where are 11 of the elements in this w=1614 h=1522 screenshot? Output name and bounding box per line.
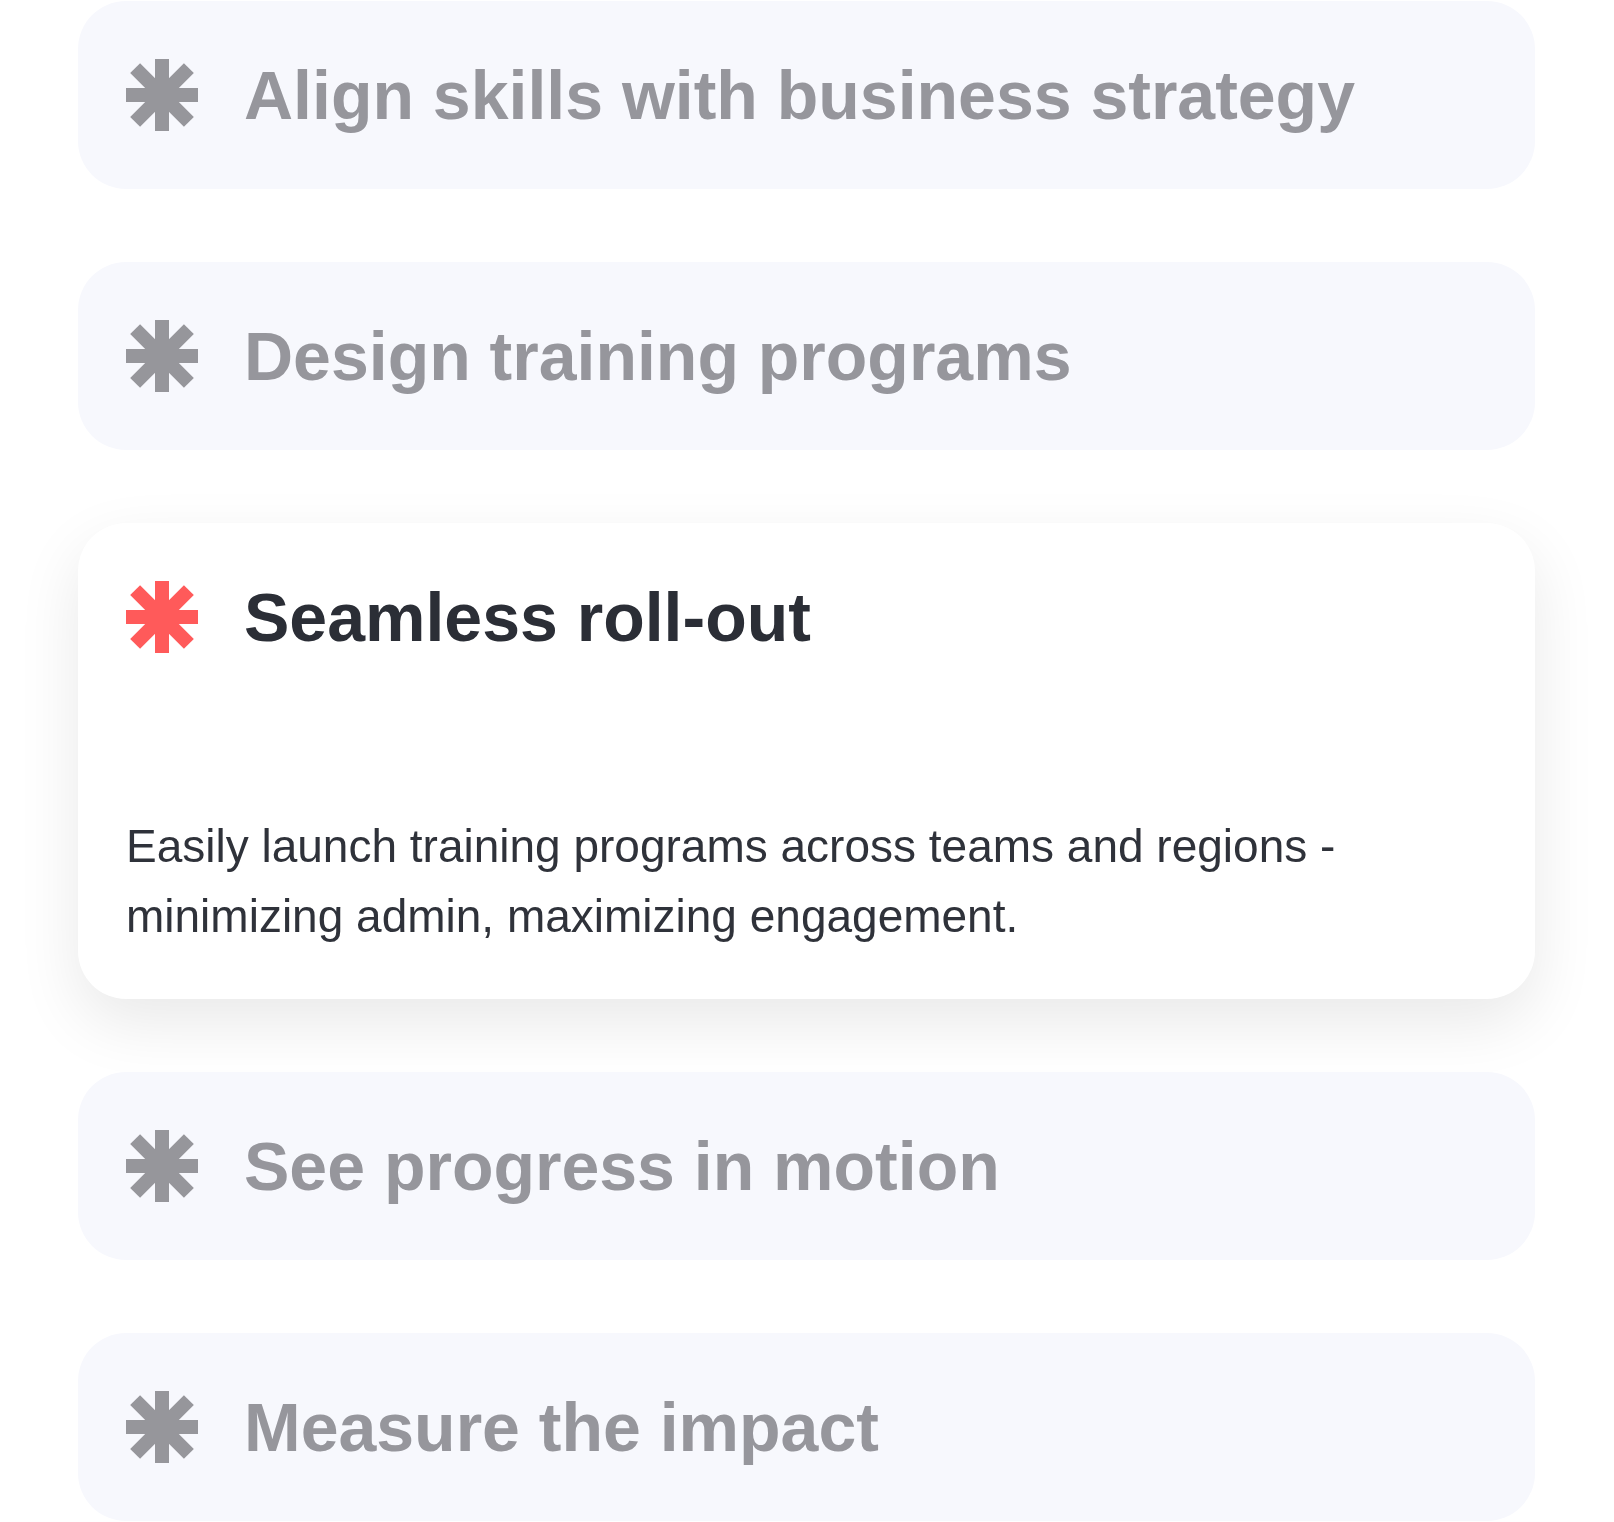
accordion-header[interactable]: Align skills with business strategy: [126, 59, 1355, 131]
accordion-header[interactable]: Measure the impact: [126, 1391, 879, 1463]
asterisk-icon: [126, 1391, 198, 1463]
asterisk-icon: [126, 320, 198, 392]
accordion-header[interactable]: See progress in motion: [126, 1130, 1000, 1202]
asterisk-icon: [126, 1130, 198, 1202]
accordion-header[interactable]: Seamless roll-out: [126, 581, 811, 653]
asterisk-icon: [126, 581, 198, 653]
accordion-header[interactable]: Design training programs: [126, 320, 1072, 392]
asterisk-icon: [126, 59, 198, 131]
accordion-description: Easily launch training programs across teams and regions - minimizing admin, maximizing engagement.: [126, 819, 1337, 944]
